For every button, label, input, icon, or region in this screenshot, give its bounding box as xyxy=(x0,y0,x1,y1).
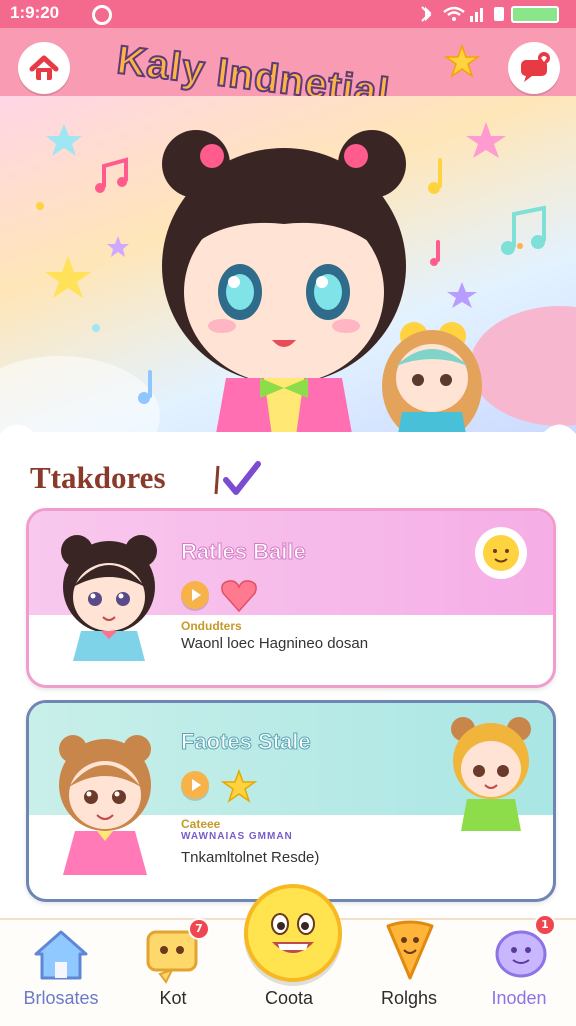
status-settings-icon xyxy=(92,5,112,25)
play-icon xyxy=(192,779,201,791)
heart-icon[interactable] xyxy=(219,577,259,613)
card-character-2 xyxy=(59,735,151,875)
card-description: Waonl loec Hagnineo dosan xyxy=(181,635,369,652)
status-bar: 1:9:20 xyxy=(0,0,576,28)
feature-card-1[interactable]: Ratles Baile Ondudters Waonl loec Hagnin… xyxy=(26,508,556,688)
battery-icon xyxy=(511,6,559,23)
status-time: 1:9:20 xyxy=(10,3,60,22)
star-icon xyxy=(444,44,480,78)
signal-icon xyxy=(470,8,483,22)
card-label: Ondudters xyxy=(181,619,242,633)
card-character-1 xyxy=(61,535,157,661)
pizza-slice-icon xyxy=(386,920,434,980)
hero-art xyxy=(0,122,576,456)
nav-label: Brlosates xyxy=(23,988,99,1008)
card-label: Cateee xyxy=(181,817,221,831)
nav-label: Inoden xyxy=(491,988,547,1008)
feature-card-2[interactable]: Faotes Stale Cateee WAWNAIAS GMMAN Tnkam… xyxy=(26,700,556,902)
card-title: Faotes Stale xyxy=(181,729,312,755)
smiley-icon xyxy=(271,913,315,953)
home-icon xyxy=(29,55,59,80)
messages-button[interactable] xyxy=(508,42,560,94)
nav-label: Kot xyxy=(159,988,187,1008)
card-title: Ratles Baile xyxy=(181,539,307,565)
card-side-character xyxy=(451,717,531,831)
play-icon xyxy=(192,589,201,601)
bluetooth-icon xyxy=(421,6,432,22)
main-character xyxy=(162,130,406,456)
checkmark-icon xyxy=(214,461,261,495)
notification-badge: 1 xyxy=(534,914,556,936)
hero-illustration xyxy=(0,96,576,456)
nav-label: Rolghs xyxy=(380,988,438,1008)
star-icon[interactable] xyxy=(219,769,259,803)
card-description: Tnkamltolnet Resde) xyxy=(181,849,320,866)
nav-item-inoden[interactable]: 1 Inoden xyxy=(466,914,576,1020)
nav-item-kot[interactable]: 7 Kot xyxy=(118,918,228,1020)
play-button[interactable] xyxy=(181,581,209,609)
play-button[interactable] xyxy=(181,771,209,799)
nav-item-rolghs[interactable]: Rolghs xyxy=(354,920,464,1020)
card-tag: WAWNAIAS GMMAN xyxy=(181,831,293,842)
home-button[interactable] xyxy=(18,42,70,94)
nav-item-browse[interactable]: Brlosates xyxy=(6,924,116,1020)
notification-badge: 7 xyxy=(188,918,210,940)
chat-heart-icon xyxy=(521,52,550,82)
sim-icon xyxy=(494,7,504,21)
sun-sticker-icon xyxy=(475,527,527,579)
home-icon xyxy=(34,930,88,980)
wifi-icon xyxy=(443,6,465,21)
center-action-button[interactable] xyxy=(244,884,342,982)
section-heading: Ttakdores xyxy=(30,460,166,495)
system-icons xyxy=(421,6,559,23)
nav-label[interactable]: Coota xyxy=(234,988,344,1009)
